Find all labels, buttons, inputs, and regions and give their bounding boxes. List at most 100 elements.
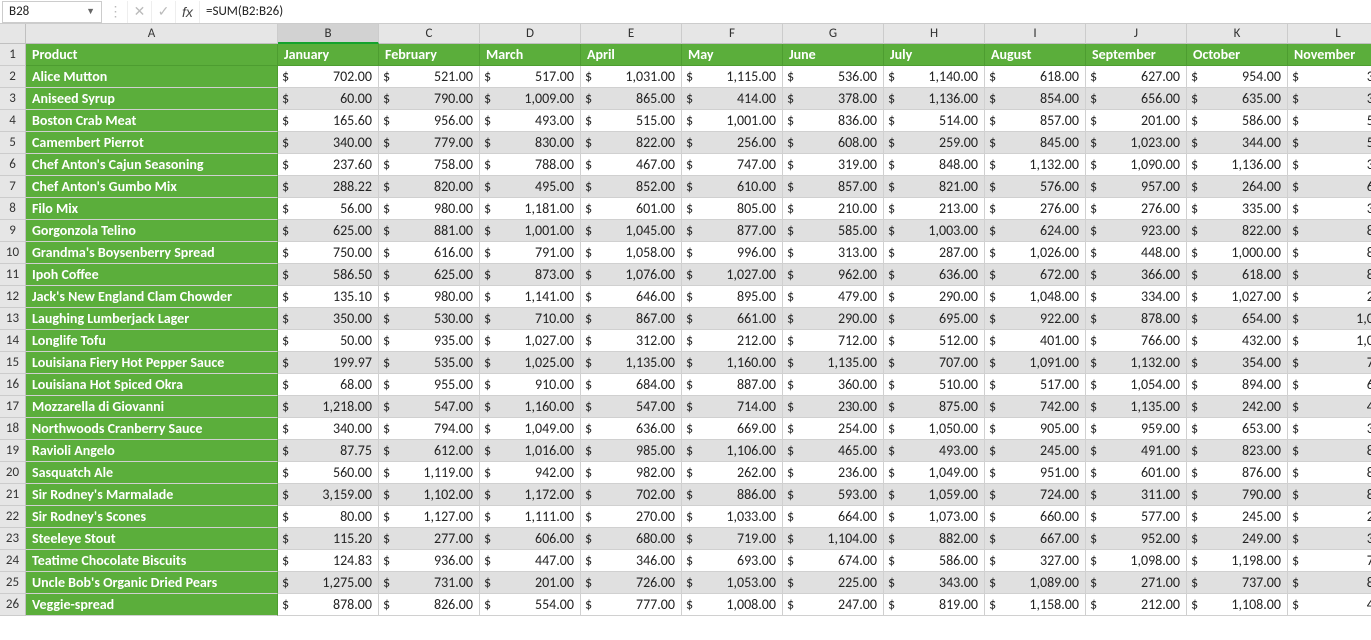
data-cell[interactable]: $586.00	[1187, 110, 1288, 132]
data-cell[interactable]: $867.00	[581, 308, 682, 330]
data-cell[interactable]: $236.00	[783, 462, 884, 484]
data-cell[interactable]: $959.00	[1086, 418, 1187, 440]
data-cell[interactable]: $593.00	[783, 484, 884, 506]
row-header[interactable]: 23	[0, 528, 26, 550]
data-cell[interactable]: $1,049.00	[480, 418, 581, 440]
data-cell[interactable]: $288.22	[278, 176, 379, 198]
data-cell[interactable]: $820.00	[379, 176, 480, 198]
data-cell[interactable]: $707.00	[884, 352, 985, 374]
row-header[interactable]: 5	[0, 132, 26, 154]
data-cell[interactable]: $465.00	[783, 440, 884, 462]
data-cell[interactable]: $830.00	[480, 132, 581, 154]
data-cell[interactable]: $747.00	[682, 154, 783, 176]
data-cell[interactable]: $327.00	[985, 550, 1086, 572]
data-cell[interactable]: $854	[1288, 484, 1371, 506]
row-header[interactable]: 12	[0, 286, 26, 308]
data-cell[interactable]: $766.00	[1086, 330, 1187, 352]
row-header[interactable]: 19	[0, 440, 26, 462]
data-cell[interactable]: $256.00	[682, 132, 783, 154]
data-cell[interactable]: $350.00	[278, 308, 379, 330]
data-cell[interactable]: $344.00	[1187, 132, 1288, 154]
data-cell[interactable]: $210.00	[783, 198, 884, 220]
data-cell[interactable]: $625.00	[379, 264, 480, 286]
data-cell[interactable]: $230.00	[783, 396, 884, 418]
data-cell[interactable]: $334.00	[1086, 286, 1187, 308]
data-cell[interactable]: $1,009.00	[480, 88, 581, 110]
data-cell[interactable]: $585.00	[783, 220, 884, 242]
header-month[interactable]: January	[278, 44, 379, 66]
column-header[interactable]: D	[480, 24, 581, 44]
data-cell[interactable]: $345	[1288, 198, 1371, 220]
row-header[interactable]: 21	[0, 484, 26, 506]
data-cell[interactable]: $467.00	[581, 154, 682, 176]
product-cell[interactable]: Aniseed Syrup	[26, 88, 278, 110]
data-cell[interactable]: $882.00	[884, 528, 985, 550]
data-cell[interactable]: $742.00	[985, 396, 1086, 418]
data-cell[interactable]: $1,027.00	[1187, 286, 1288, 308]
data-cell[interactable]: $791.00	[480, 242, 581, 264]
column-header[interactable]: L	[1288, 24, 1371, 44]
data-cell[interactable]: $517.00	[985, 374, 1086, 396]
row-header[interactable]: 9	[0, 220, 26, 242]
header-month[interactable]: February	[379, 44, 480, 66]
data-cell[interactable]: $382	[1288, 528, 1371, 550]
data-cell[interactable]: $1,025.00	[480, 352, 581, 374]
data-cell[interactable]: $693.00	[682, 550, 783, 572]
data-cell[interactable]: $1,135.00	[783, 352, 884, 374]
product-cell[interactable]: Laughing Lumberjack Lager	[26, 308, 278, 330]
data-cell[interactable]: $1,102.00	[379, 484, 480, 506]
row-header[interactable]: 20	[0, 462, 26, 484]
data-cell[interactable]: $346.00	[581, 550, 682, 572]
data-cell[interactable]: $606.00	[480, 528, 581, 550]
data-cell[interactable]: $225.00	[783, 572, 884, 594]
data-cell[interactable]: $401.00	[985, 330, 1086, 352]
data-cell[interactable]: $654.00	[1187, 308, 1288, 330]
header-month[interactable]: July	[884, 44, 985, 66]
data-cell[interactable]: $1,140.00	[884, 66, 985, 88]
data-cell[interactable]: $679	[1288, 176, 1371, 198]
data-cell[interactable]: $547.00	[581, 396, 682, 418]
formula-input[interactable]: =SUM(B2:B26)	[200, 4, 1371, 19]
data-cell[interactable]: $3,159.00	[278, 484, 379, 506]
data-cell[interactable]: $1,031.00	[581, 66, 682, 88]
data-cell[interactable]: $922.00	[985, 308, 1086, 330]
data-cell[interactable]: $653.00	[1187, 418, 1288, 440]
data-cell[interactable]: $378.00	[783, 88, 884, 110]
product-cell[interactable]: Ravioli Angelo	[26, 440, 278, 462]
data-cell[interactable]: $372	[1288, 154, 1371, 176]
data-cell[interactable]: $1,136.00	[884, 88, 985, 110]
header-month[interactable]: September	[1086, 44, 1187, 66]
data-cell[interactable]: $847	[1288, 462, 1371, 484]
data-cell[interactable]: $680.00	[581, 528, 682, 550]
data-cell[interactable]: $165.60	[278, 110, 379, 132]
data-cell[interactable]: $1,172.00	[480, 484, 581, 506]
data-cell[interactable]: $1,198.00	[1187, 550, 1288, 572]
data-cell[interactable]: $822.00	[1187, 220, 1288, 242]
data-cell[interactable]: $517.00	[480, 66, 581, 88]
data-cell[interactable]: $936.00	[379, 550, 480, 572]
data-cell[interactable]: $1,050.00	[884, 418, 985, 440]
data-cell[interactable]: $894.00	[1187, 374, 1288, 396]
product-cell[interactable]: Jack's New England Clam Chowder	[26, 286, 278, 308]
data-cell[interactable]: $890	[1288, 440, 1371, 462]
row-header[interactable]: 6	[0, 154, 26, 176]
row-header[interactable]: 26	[0, 594, 26, 616]
column-header[interactable]: A	[26, 24, 278, 44]
data-cell[interactable]: $212.00	[1086, 594, 1187, 616]
data-cell[interactable]: $601.00	[581, 198, 682, 220]
data-cell[interactable]: $636.00	[884, 264, 985, 286]
product-cell[interactable]: Mozzarella di Giovanni	[26, 396, 278, 418]
expand-button[interactable]: ⋮	[104, 1, 128, 23]
data-cell[interactable]: $124.83	[278, 550, 379, 572]
product-cell[interactable]: Camembert Pierrot	[26, 132, 278, 154]
data-cell[interactable]: $910.00	[480, 374, 581, 396]
data-cell[interactable]: $724.00	[985, 484, 1086, 506]
data-cell[interactable]: $135.10	[278, 286, 379, 308]
data-cell[interactable]: $823.00	[1187, 440, 1288, 462]
row-header[interactable]: 2	[0, 66, 26, 88]
data-cell[interactable]: $878.00	[1086, 308, 1187, 330]
column-header[interactable]: C	[379, 24, 480, 44]
data-cell[interactable]: $254.00	[783, 418, 884, 440]
data-cell[interactable]: $865.00	[581, 88, 682, 110]
data-cell[interactable]: $656.00	[1086, 88, 1187, 110]
